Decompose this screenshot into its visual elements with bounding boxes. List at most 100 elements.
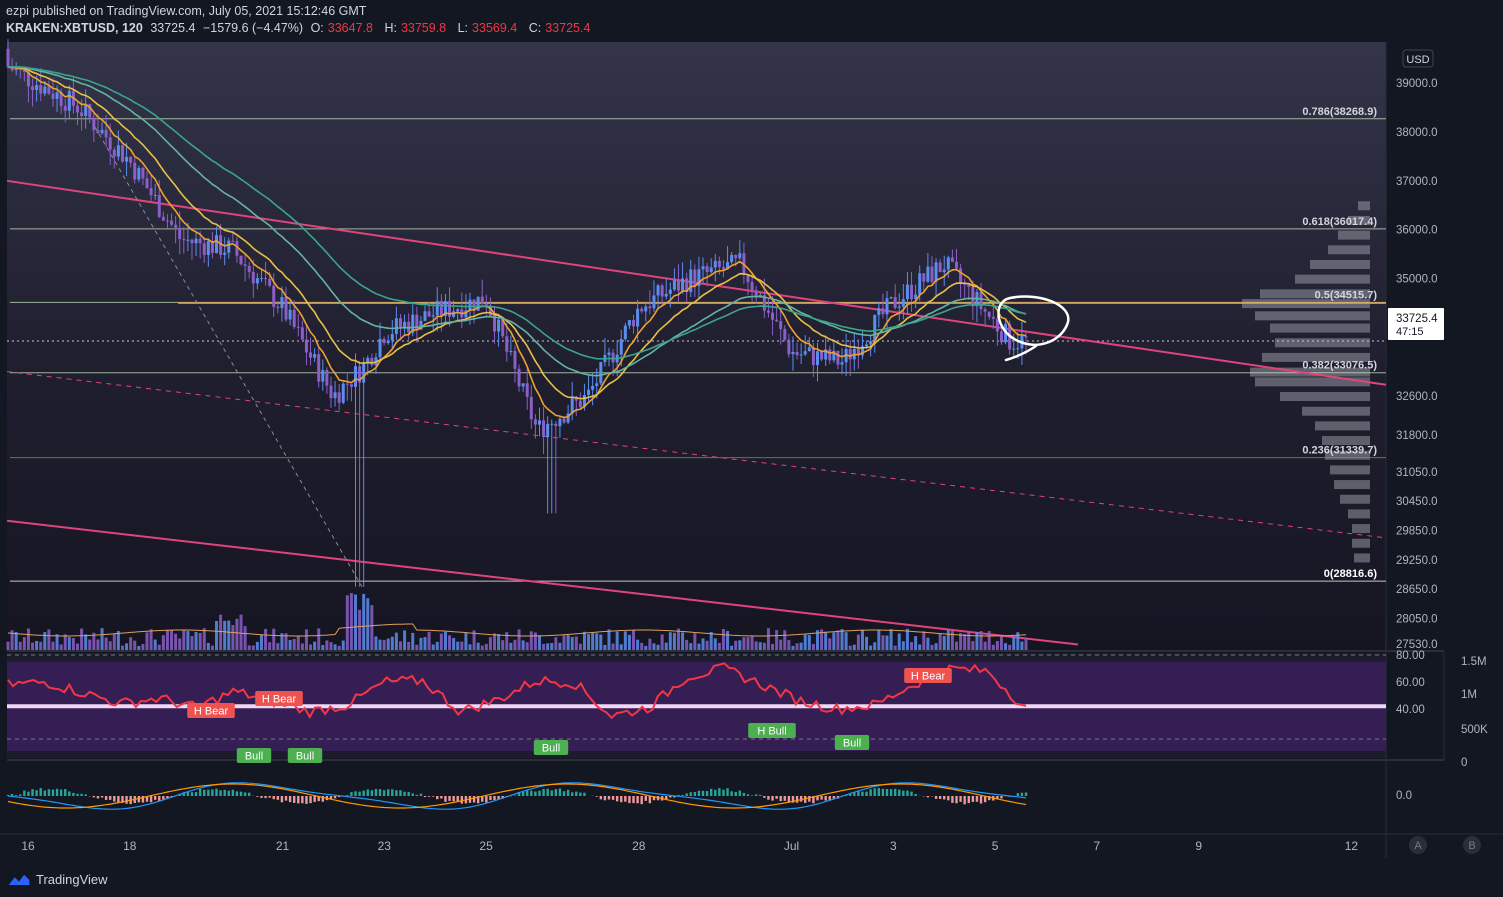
candle-body[interactable] [345, 383, 349, 385]
candle-body[interactable] [370, 357, 374, 366]
candle-body[interactable] [423, 311, 427, 321]
candle-body[interactable] [386, 340, 390, 343]
time-axis[interactable] [0, 834, 1503, 860]
candle-body[interactable] [259, 278, 263, 280]
candle-body[interactable] [247, 265, 251, 272]
candle-body[interactable] [157, 194, 161, 217]
candle-body[interactable] [848, 348, 852, 360]
candle-body[interactable] [738, 253, 742, 259]
candle-body[interactable] [206, 240, 210, 255]
candle-body[interactable] [35, 85, 39, 90]
candle-body[interactable] [881, 308, 885, 315]
candle-body[interactable] [378, 338, 382, 358]
candle-body[interactable] [926, 266, 930, 282]
candle-body[interactable] [591, 385, 595, 390]
candle-body[interactable] [509, 351, 513, 353]
auto-scale-button[interactable]: A [1414, 840, 1422, 852]
candle-body[interactable] [640, 308, 644, 312]
log-scale-button[interactable]: B [1468, 840, 1475, 852]
candle-body[interactable] [987, 311, 991, 317]
candle-body[interactable] [296, 326, 300, 328]
candle-body[interactable] [153, 194, 157, 196]
candle-body[interactable] [276, 306, 280, 309]
candle-body[interactable] [403, 321, 407, 328]
candle-body[interactable] [292, 309, 296, 327]
candle-body[interactable] [517, 368, 521, 387]
candle-body[interactable] [783, 328, 787, 340]
candle-body[interactable] [165, 220, 169, 222]
candle-body[interactable] [803, 351, 807, 355]
candle-body[interactable] [525, 383, 529, 397]
candle-body[interactable] [668, 289, 672, 294]
candle-body[interactable] [627, 320, 631, 326]
candle-body[interactable] [313, 354, 317, 358]
candle-body[interactable] [513, 351, 517, 369]
candle-body[interactable] [542, 420, 546, 438]
candle-body[interactable] [300, 327, 304, 340]
candle-body[interactable] [599, 361, 603, 384]
candle-body[interactable] [272, 285, 276, 307]
candle-body[interactable] [713, 260, 717, 268]
candle-body[interactable] [349, 384, 353, 387]
candle-body[interactable] [133, 162, 137, 180]
candle-body[interactable] [529, 396, 533, 420]
candle-body[interactable] [578, 400, 582, 408]
candle-body[interactable] [775, 319, 779, 322]
candle-body[interactable] [505, 336, 509, 352]
candle-body[interactable] [910, 284, 914, 300]
candle-body[interactable] [619, 339, 623, 355]
candle-body[interactable] [104, 129, 108, 138]
candle-body[interactable] [170, 220, 174, 225]
candle-body[interactable] [648, 306, 652, 309]
candle-body[interactable] [80, 112, 84, 116]
candle-body[interactable] [885, 298, 889, 315]
candle-body[interactable] [562, 418, 566, 423]
candle-body[interactable] [595, 383, 599, 386]
candle-body[interactable] [918, 273, 922, 295]
candle-body[interactable] [398, 318, 402, 328]
candle-body[interactable] [174, 224, 178, 228]
candle-body[interactable] [427, 311, 431, 317]
candle-body[interactable] [31, 86, 35, 90]
candle-body[interactable] [693, 269, 697, 286]
candle-body[interactable] [656, 285, 660, 296]
candle-body[interactable] [787, 339, 791, 355]
candle-body[interactable] [877, 308, 881, 316]
candle-body[interactable] [632, 320, 636, 327]
candle-body[interactable] [223, 252, 227, 255]
candle-body[interactable] [6, 48, 10, 67]
candle-body[interactable] [284, 297, 288, 320]
candle-body[interactable] [14, 69, 18, 71]
candle-body[interactable] [644, 306, 648, 312]
candle-body[interactable] [456, 309, 460, 312]
candle-body[interactable] [537, 420, 541, 425]
candle-body[interactable] [309, 352, 313, 358]
candle-body[interactable] [750, 282, 754, 291]
candle-body[interactable] [950, 257, 954, 262]
candle-body[interactable] [317, 354, 321, 382]
candle-body[interactable] [329, 385, 333, 399]
candle-body[interactable] [942, 269, 946, 273]
candle-body[interactable] [92, 117, 96, 131]
candle-body[interactable] [771, 312, 775, 320]
candle-body[interactable] [96, 130, 100, 134]
candle-body[interactable] [828, 349, 832, 361]
candle-body[interactable] [255, 278, 259, 284]
candle-body[interactable] [636, 308, 640, 327]
candle-body[interactable] [390, 333, 394, 341]
candle-body[interactable] [721, 267, 725, 270]
candle-body[interactable] [587, 389, 591, 395]
candle-body[interactable] [251, 271, 255, 284]
candle-body[interactable] [112, 149, 116, 157]
candle-body[interactable] [239, 255, 243, 265]
candle-body[interactable] [779, 321, 783, 329]
candle-body[interactable] [125, 156, 129, 162]
candle-body[interactable] [546, 423, 550, 438]
candle-body[interactable] [280, 297, 284, 309]
chart-canvas[interactable]: 0.786(38268.9) 0.618(36017.4) 0.5(34515.7)… [0, 0, 1503, 897]
candle-body[interactable] [55, 92, 59, 99]
candle-body[interactable] [905, 284, 909, 300]
candle-body[interactable] [497, 319, 501, 332]
candle-body[interactable] [76, 105, 80, 113]
candle-body[interactable] [533, 419, 537, 425]
